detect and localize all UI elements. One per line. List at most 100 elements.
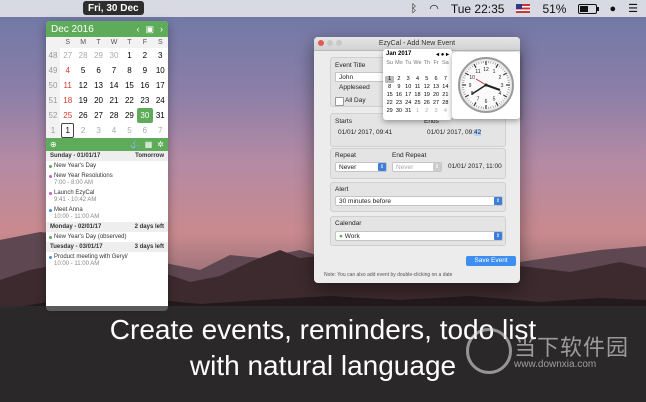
date-picker-day[interactable]: 15 <box>385 92 394 99</box>
calendar-day[interactable]: 3 <box>153 48 168 63</box>
date-picker-day[interactable]: 10 <box>404 84 413 91</box>
date-picker-day[interactable]: 4 <box>441 108 450 115</box>
date-picker-day[interactable]: 14 <box>441 84 450 91</box>
calendar-day[interactable]: 23 <box>137 93 152 108</box>
calendar-day[interactable]: 30 <box>106 48 121 63</box>
date-picker-day[interactable]: 1 <box>385 76 395 83</box>
date-picker-day[interactable]: 3 <box>431 108 440 115</box>
minimize-button[interactable] <box>327 40 333 46</box>
calendar-day[interactable]: 2 <box>137 48 152 63</box>
date-picker-day[interactable]: 27 <box>431 100 440 107</box>
calendar-day[interactable]: 25 <box>60 108 75 123</box>
calendar-day[interactable]: 12 <box>75 78 90 93</box>
calendar-day[interactable]: 22 <box>122 93 137 108</box>
date-picker-day[interactable]: 26 <box>422 100 431 107</box>
date-picker-day[interactable]: 17 <box>404 92 413 99</box>
event-item[interactable]: New Year's Day (observed) <box>46 232 168 242</box>
calendar-day[interactable]: 15 <box>122 78 137 93</box>
date-picker-day[interactable]: 5 <box>422 76 431 83</box>
date-picker-day[interactable]: 2 <box>394 76 403 83</box>
date-picker-nav-icon[interactable]: ◂ ● ▸ <box>436 51 449 58</box>
calendar-day[interactable]: 29 <box>91 48 106 63</box>
next-month-icon[interactable]: › <box>160 24 163 34</box>
calendar-day[interactable]: 27 <box>91 108 106 123</box>
date-picker-day[interactable]: 30 <box>394 108 403 115</box>
close-button[interactable] <box>318 40 324 46</box>
add-event-icon[interactable]: ⊕ <box>50 140 57 149</box>
bluetooth-icon[interactable]: ᛒ <box>411 3 418 15</box>
event-item[interactable]: Launch EzyCal 9:41 - 10:42 AM <box>46 188 168 205</box>
date-picker-day[interactable]: 3 <box>404 76 413 83</box>
repeat-select[interactable]: Never ⇕ <box>335 162 387 172</box>
date-picker-day[interactable]: 21 <box>441 92 450 99</box>
date-picker-day[interactable]: 9 <box>394 84 403 91</box>
calendar-day[interactable]: 14 <box>106 78 121 93</box>
calendar-day[interactable]: 5 <box>75 63 90 78</box>
calendar-day[interactable]: 7 <box>106 63 121 78</box>
menu-list-icon[interactable]: ☰ <box>628 2 638 15</box>
calendar-day[interactable]: 11 <box>60 78 75 93</box>
calendar-icon[interactable]: ▦ <box>145 140 153 149</box>
date-picker-day[interactable]: 23 <box>394 100 403 107</box>
calendar-day[interactable]: 30 <box>137 108 153 123</box>
date-picker-day[interactable]: 18 <box>413 92 422 99</box>
date-picker-day[interactable]: 31 <box>404 108 413 115</box>
menubar-clock[interactable]: Tue 22:35 <box>451 2 505 16</box>
date-picker-day[interactable]: 11 <box>413 84 422 91</box>
calendar-day[interactable]: 17 <box>153 78 168 93</box>
event-item[interactable]: Product meeting with Geryi/10:00 - 11:00… <box>46 252 168 269</box>
end-repeat-date[interactable]: 01/01/ 2017, 11:00 <box>448 163 502 170</box>
prev-month-icon[interactable]: ‹ <box>136 24 139 34</box>
calendar-day[interactable]: 10 <box>153 63 168 78</box>
event-item[interactable]: New Year Resolutions 7:00 - 8:00 AM <box>46 171 168 188</box>
calendar-day[interactable]: 16 <box>137 78 152 93</box>
event-item[interactable]: Meet Anna 10:00 - 11:00 AM <box>46 205 168 222</box>
calendar-day[interactable]: 4 <box>60 63 75 78</box>
calendar-day[interactable]: 24 <box>153 93 168 108</box>
today-icon[interactable]: ▣ <box>145 24 154 35</box>
menubar-date-badge[interactable]: Fri, 30 Dec <box>83 1 144 15</box>
calendar-day[interactable]: 21 <box>106 93 121 108</box>
date-picker-day[interactable]: 1 <box>413 108 422 115</box>
date-picker-day[interactable]: 28 <box>441 100 450 107</box>
calendar-day[interactable]: 29 <box>122 108 137 123</box>
pin-icon[interactable]: ⚓ <box>130 140 140 149</box>
date-picker-day[interactable]: 7 <box>441 76 450 83</box>
calendar-day[interactable]: 6 <box>137 123 152 138</box>
calendar-day[interactable]: 26 <box>75 108 90 123</box>
date-picker-day[interactable]: 13 <box>431 84 440 91</box>
calendar-day[interactable]: 18 <box>60 93 75 108</box>
calendar-day[interactable]: 3 <box>91 123 106 138</box>
calendar-day[interactable]: 4 <box>106 123 121 138</box>
settings-icon[interactable]: ✲ <box>157 140 164 149</box>
date-picker-day[interactable]: 4 <box>413 76 422 83</box>
analog-clock-icon[interactable]: 123456789101112 <box>452 52 520 119</box>
event-title-field[interactable]: John Appleseed <box>335 72 385 91</box>
date-picker-day[interactable]: 25 <box>413 100 422 107</box>
calendar-day[interactable]: 8 <box>122 63 137 78</box>
us-flag-icon[interactable] <box>516 4 531 13</box>
ends-field[interactable]: 01/01/ 2017, 09:42 <box>424 128 490 138</box>
calendar-day[interactable]: 6 <box>91 63 106 78</box>
calendar-day[interactable]: 2 <box>75 123 90 138</box>
calendar-day[interactable]: 7 <box>153 123 168 138</box>
user-icon[interactable]: ● <box>609 3 616 15</box>
calendar-day[interactable]: 5 <box>122 123 137 138</box>
battery-icon[interactable] <box>578 3 600 14</box>
calendar-day[interactable]: 31 <box>153 108 168 123</box>
calendar-day[interactable]: 28 <box>75 48 90 63</box>
date-picker-day[interactable]: 19 <box>422 92 431 99</box>
date-picker-day[interactable]: 20 <box>431 92 440 99</box>
end-repeat-select[interactable]: Never ⇕ <box>392 162 442 172</box>
calendar-day[interactable]: 28 <box>106 108 121 123</box>
calendar-day[interactable]: 1 <box>122 48 137 63</box>
calendar-day[interactable]: 19 <box>75 93 90 108</box>
date-picker-day[interactable]: 24 <box>404 100 413 107</box>
save-event-button[interactable]: Save Event <box>466 256 516 266</box>
date-picker-day[interactable]: 8 <box>385 84 394 91</box>
all-day-checkbox[interactable] <box>335 97 344 106</box>
calendar-day[interactable]: 13 <box>91 78 106 93</box>
calendar-day[interactable]: 20 <box>91 93 106 108</box>
starts-field[interactable]: 01/01/ 2017, 09:41 <box>335 128 397 138</box>
calendar-day[interactable]: 1 <box>61 123 75 138</box>
